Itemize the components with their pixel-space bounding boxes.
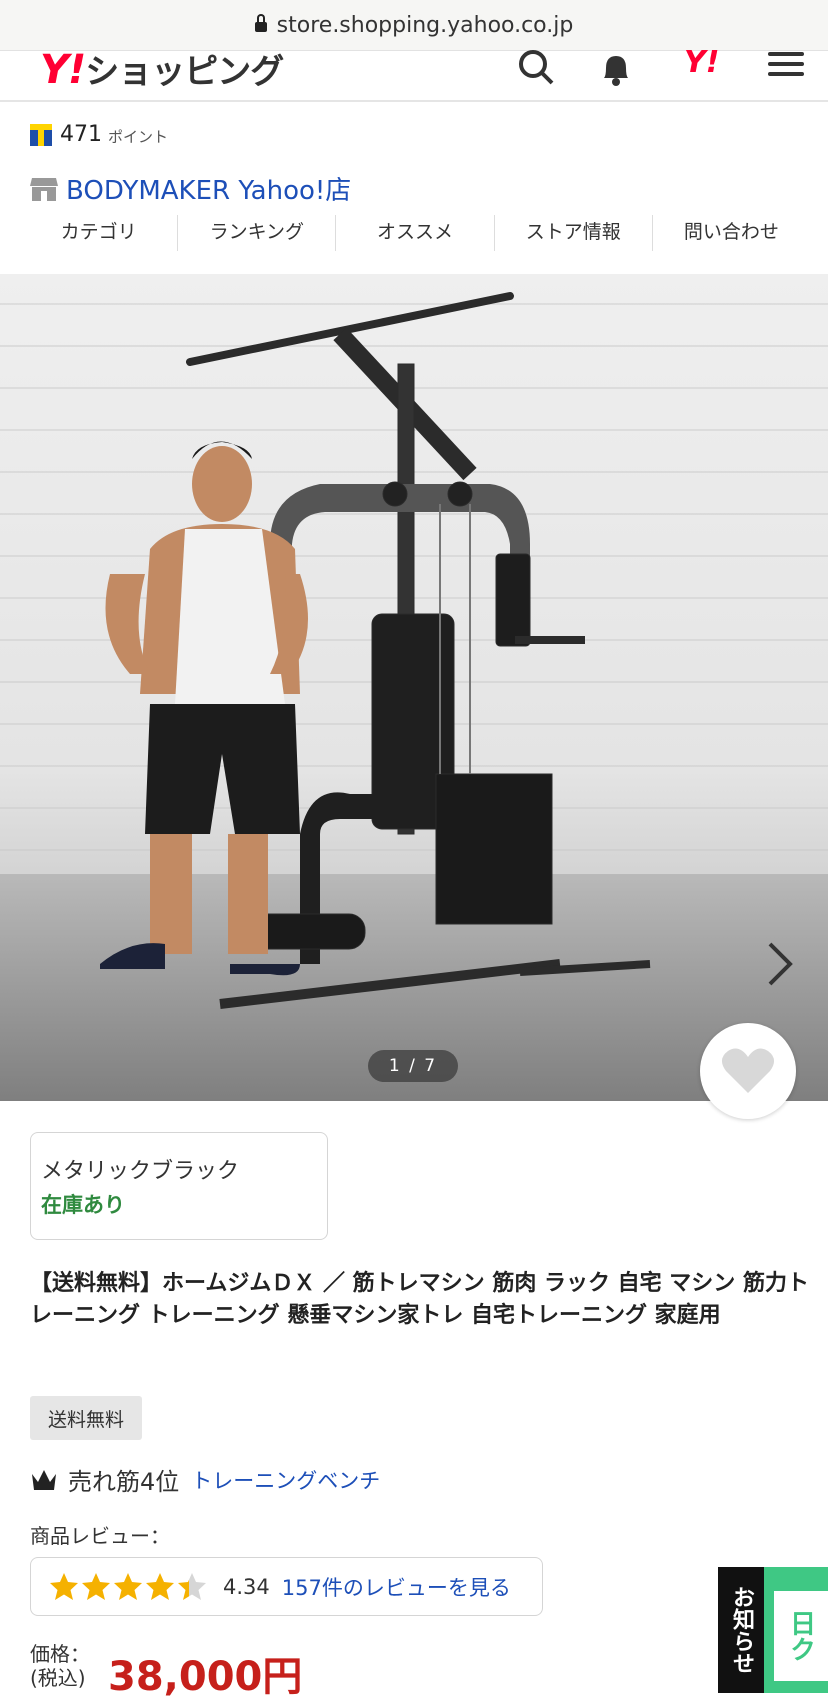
review-summary[interactable]: 4.34 157件のレビューを見る <box>30 1557 543 1616</box>
review-score: 4.34 <box>223 1574 270 1599</box>
next-image-button[interactable] <box>760 934 800 994</box>
ranking-text: 売れ筋4位 <box>68 1468 180 1496</box>
star-half-icon <box>178 1572 206 1600</box>
product-title: 【送料無料】ホームジムＤＸ ／ 筋トレマシン 筋肉 ラック 自宅 マシン 筋力ト… <box>30 1271 809 1328</box>
menu-icon[interactable] <box>762 50 810 90</box>
notice-widget[interactable]: お知らせ 日ク <box>718 1567 828 1693</box>
variant-option[interactable]: メタリックブラック 在庫あり <box>30 1132 328 1240</box>
search-icon[interactable] <box>512 50 560 90</box>
lock-icon <box>254 14 267 32</box>
ranking-info: 売れ筋4位 トレーニングベンチ <box>30 1462 380 1497</box>
free-shipping-badge: 送料無料 <box>30 1396 142 1440</box>
favorite-button[interactable] <box>700 1023 796 1119</box>
store-nav: カテゴリ ランキング オススメ ストア情報 問い合わせ <box>20 215 810 251</box>
heart-icon <box>721 1048 775 1093</box>
points-balance[interactable]: 471 ポイント <box>30 122 168 147</box>
nav-category[interactable]: カテゴリ <box>20 215 179 251</box>
notice-banner[interactable]: 日ク <box>764 1567 828 1693</box>
yahoo-shopping-logo[interactable]: Y!ショッピング <box>40 44 284 93</box>
store-name: BODYMAKER Yahoo!店 <box>66 176 352 206</box>
star-icon <box>50 1572 78 1600</box>
price-value: 38,000円 <box>108 1654 303 1700</box>
yahoo-icon[interactable]: Y! <box>680 50 728 90</box>
review-link[interactable]: 157件のレビューを見る <box>282 1572 511 1602</box>
t-point-icon <box>30 123 52 146</box>
price-label: 価格： (税込) <box>30 1642 90 1690</box>
variant-name: メタリックブラック <box>41 1159 240 1184</box>
points-unit: ポイント <box>108 128 169 146</box>
nav-ranking[interactable]: ランキング <box>178 215 337 251</box>
product-photo <box>100 292 651 1009</box>
url-text: store.shopping.yahoo.co.jp <box>276 12 574 38</box>
star-icon <box>146 1572 174 1600</box>
review-label: 商品レビュー： <box>30 1524 170 1548</box>
site-header: Y!ショッピング Y! <box>0 47 828 102</box>
star-icon <box>114 1572 142 1600</box>
store-name-link[interactable]: BODYMAKER Yahoo!店 <box>30 170 351 207</box>
nav-contact[interactable]: 問い合わせ <box>653 215 810 251</box>
nav-recommended[interactable]: オススメ <box>336 215 495 251</box>
product-image-carousel[interactable] <box>0 274 828 1101</box>
star-icon <box>82 1572 110 1600</box>
svg-text:Y!: Y! <box>684 50 719 80</box>
notice-tab[interactable]: お知らせ <box>718 1567 764 1693</box>
nav-store-info[interactable]: ストア情報 <box>495 215 653 251</box>
ranking-category-link[interactable]: トレーニングベンチ <box>191 1465 380 1495</box>
image-counter: 1 / 7 <box>368 1050 458 1082</box>
points-value: 471 <box>60 122 102 147</box>
store-icon <box>30 177 58 201</box>
crown-icon <box>32 1469 56 1490</box>
stock-status: 在庫あり <box>41 1193 125 1217</box>
bell-icon[interactable] <box>592 50 640 90</box>
star-rating <box>49 1572 209 1602</box>
